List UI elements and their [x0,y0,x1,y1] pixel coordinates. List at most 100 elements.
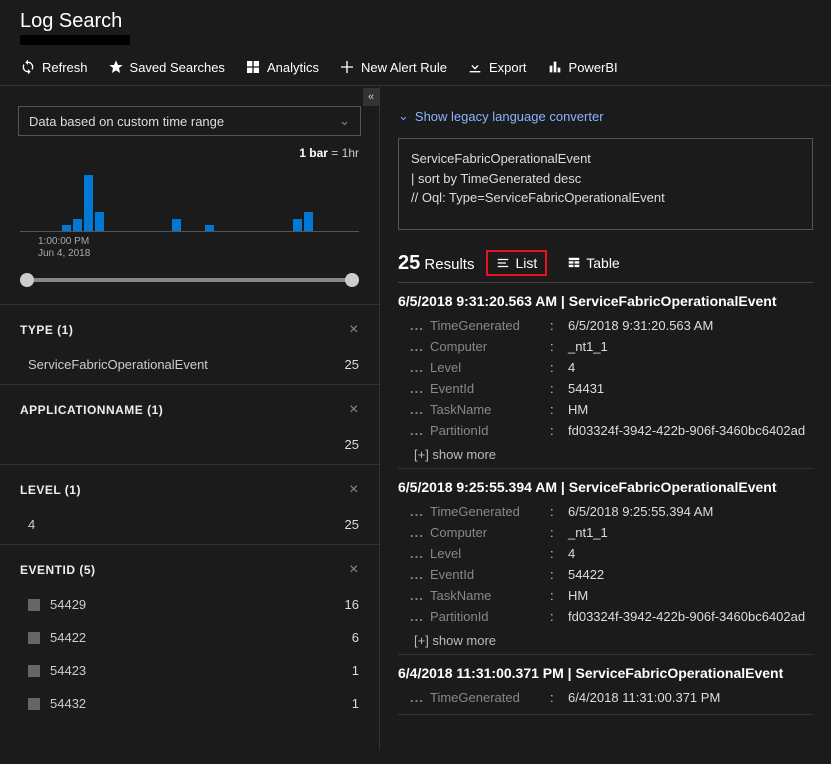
log-entry-title[interactable]: 6/5/2018 9:25:55.394 AM | ServiceFabricO… [398,479,813,495]
show-more-link[interactable]: [+] show more [414,447,813,462]
facet-section: APPLICATIONNAME (1)×25 [0,384,379,464]
facet-count: 6 [352,630,359,645]
log-field-key: TimeGenerated [430,690,550,705]
histogram-bar[interactable] [95,212,104,231]
legacy-converter-link[interactable]: ⌄ Show legacy language converter [398,108,813,124]
facet-label: 54429 [50,597,345,612]
log-field-row[interactable]: ...TimeGenerated:6/4/2018 11:31:00.371 P… [410,687,813,708]
ellipsis-icon[interactable]: ... [410,339,430,354]
log-entry-title[interactable]: 6/4/2018 11:31:00.371 PM | ServiceFabric… [398,665,813,681]
checkbox[interactable] [28,599,40,611]
ellipsis-icon[interactable]: ... [410,423,430,438]
plus-icon [339,59,355,75]
facet-section: LEVEL (1)×425 [0,464,379,544]
histogram-bar[interactable] [304,212,313,231]
query-textarea[interactable]: ServiceFabricOperationalEvent| sort by T… [398,138,813,230]
log-field-row[interactable]: ...Level:4 [410,543,813,564]
facet-header[interactable]: APPLICATIONNAME (1)× [18,385,361,431]
close-icon[interactable]: × [349,481,359,499]
ellipsis-icon[interactable]: ... [410,318,430,333]
log-entry: 6/5/2018 9:31:20.563 AM | ServiceFabricO… [398,283,813,469]
checkbox[interactable] [28,665,40,677]
facet-label: 54422 [50,630,352,645]
ellipsis-icon[interactable]: ... [410,381,430,396]
log-field-row[interactable]: ...PartitionId:fd03324f-3942-422b-906f-3… [410,606,813,627]
refresh-button[interactable]: Refresh [20,59,88,75]
facet-label: ServiceFabricOperationalEvent [28,357,345,372]
histogram-bar[interactable] [84,175,93,231]
collapse-left-icon[interactable]: « [363,88,379,106]
log-entry: 6/4/2018 11:31:00.371 PM | ServiceFabric… [398,655,813,715]
log-field-row[interactable]: ...TaskName:HM [410,585,813,606]
analytics-button[interactable]: Analytics [245,59,319,75]
checkbox[interactable] [28,632,40,644]
log-field-key: Computer [430,339,550,354]
histogram-bar[interactable] [73,219,82,231]
facet-section: EVENTID (5)×5442916544226544231544321 [0,544,379,723]
ellipsis-icon[interactable]: ... [410,588,430,603]
saved-searches-button[interactable]: Saved Searches [108,59,225,75]
log-entry-title[interactable]: 6/5/2018 9:31:20.563 AM | ServiceFabricO… [398,293,813,309]
histogram-chart[interactable] [20,162,359,232]
time-range-dropdown[interactable]: Data based on custom time range ⌄ [18,106,361,136]
ellipsis-icon[interactable]: ... [410,546,430,561]
chart-icon [547,59,563,75]
histogram-bar[interactable] [205,225,214,231]
ellipsis-icon[interactable]: ... [410,690,430,705]
log-field-value: fd03324f-3942-422b-906f-3460bc6402ad [568,609,805,624]
facet-row[interactable]: 25 [18,431,361,464]
facet-label: 4 [28,517,345,532]
export-button[interactable]: Export [467,59,527,75]
log-field-value: 54431 [568,381,604,396]
download-icon [467,59,483,75]
ellipsis-icon[interactable]: ... [410,609,430,624]
facet-row[interactable]: 425 [18,511,361,544]
results-count: 25 Results [398,252,474,275]
log-field-row[interactable]: ...TimeGenerated:6/5/2018 9:25:55.394 AM [410,501,813,522]
log-field-row[interactable]: ...Computer:_nt1_1 [410,522,813,543]
log-field-row[interactable]: ...EventId:54431 [410,378,813,399]
log-field-key: EventId [430,381,550,396]
histogram-bar[interactable] [62,225,71,231]
ellipsis-icon[interactable]: ... [410,504,430,519]
facet-header[interactable]: TYPE (1)× [18,305,361,351]
grid-icon [245,59,261,75]
facet-row[interactable]: ServiceFabricOperationalEvent25 [18,351,361,384]
histogram-bar[interactable] [172,219,181,231]
facet-header[interactable]: EVENTID (5)× [18,545,361,591]
show-more-link[interactable]: [+] show more [414,633,813,648]
facet-count: 25 [345,357,359,372]
close-icon[interactable]: × [349,561,359,579]
powerbi-button[interactable]: PowerBI [547,59,618,75]
checkbox[interactable] [28,698,40,710]
log-field-key: Computer [430,525,550,540]
list-view-button[interactable]: List [486,250,547,276]
log-field-value: 6/5/2018 9:25:55.394 AM [568,504,713,519]
new-alert-button[interactable]: New Alert Rule [339,59,447,75]
close-icon[interactable]: × [349,401,359,419]
log-field-row[interactable]: ...TimeGenerated:6/5/2018 9:31:20.563 AM [410,315,813,336]
log-field-key: Level [430,546,550,561]
close-icon[interactable]: × [349,321,359,339]
ellipsis-icon[interactable]: ... [410,567,430,582]
log-field-key: TimeGenerated [430,504,550,519]
table-view-button[interactable]: Table [559,252,627,274]
log-field-row[interactable]: ...Level:4 [410,357,813,378]
log-field-row[interactable]: ...PartitionId:fd03324f-3942-422b-906f-3… [410,420,813,441]
ellipsis-icon[interactable]: ... [410,525,430,540]
facet-row[interactable]: 544226 [18,624,361,657]
time-slider[interactable] [20,274,359,286]
histogram-bar[interactable] [293,219,302,231]
facet-row[interactable]: 544321 [18,690,361,723]
log-field-key: EventId [430,567,550,582]
log-field-row[interactable]: ...Computer:_nt1_1 [410,336,813,357]
ellipsis-icon[interactable]: ... [410,360,430,375]
ellipsis-icon[interactable]: ... [410,402,430,417]
log-field-row[interactable]: ...EventId:54422 [410,564,813,585]
facet-row[interactable]: 544231 [18,657,361,690]
log-field-row[interactable]: ...TaskName:HM [410,399,813,420]
facet-header[interactable]: LEVEL (1)× [18,465,361,511]
log-field-value: _nt1_1 [568,525,608,540]
star-icon [108,59,124,75]
facet-row[interactable]: 5442916 [18,591,361,624]
